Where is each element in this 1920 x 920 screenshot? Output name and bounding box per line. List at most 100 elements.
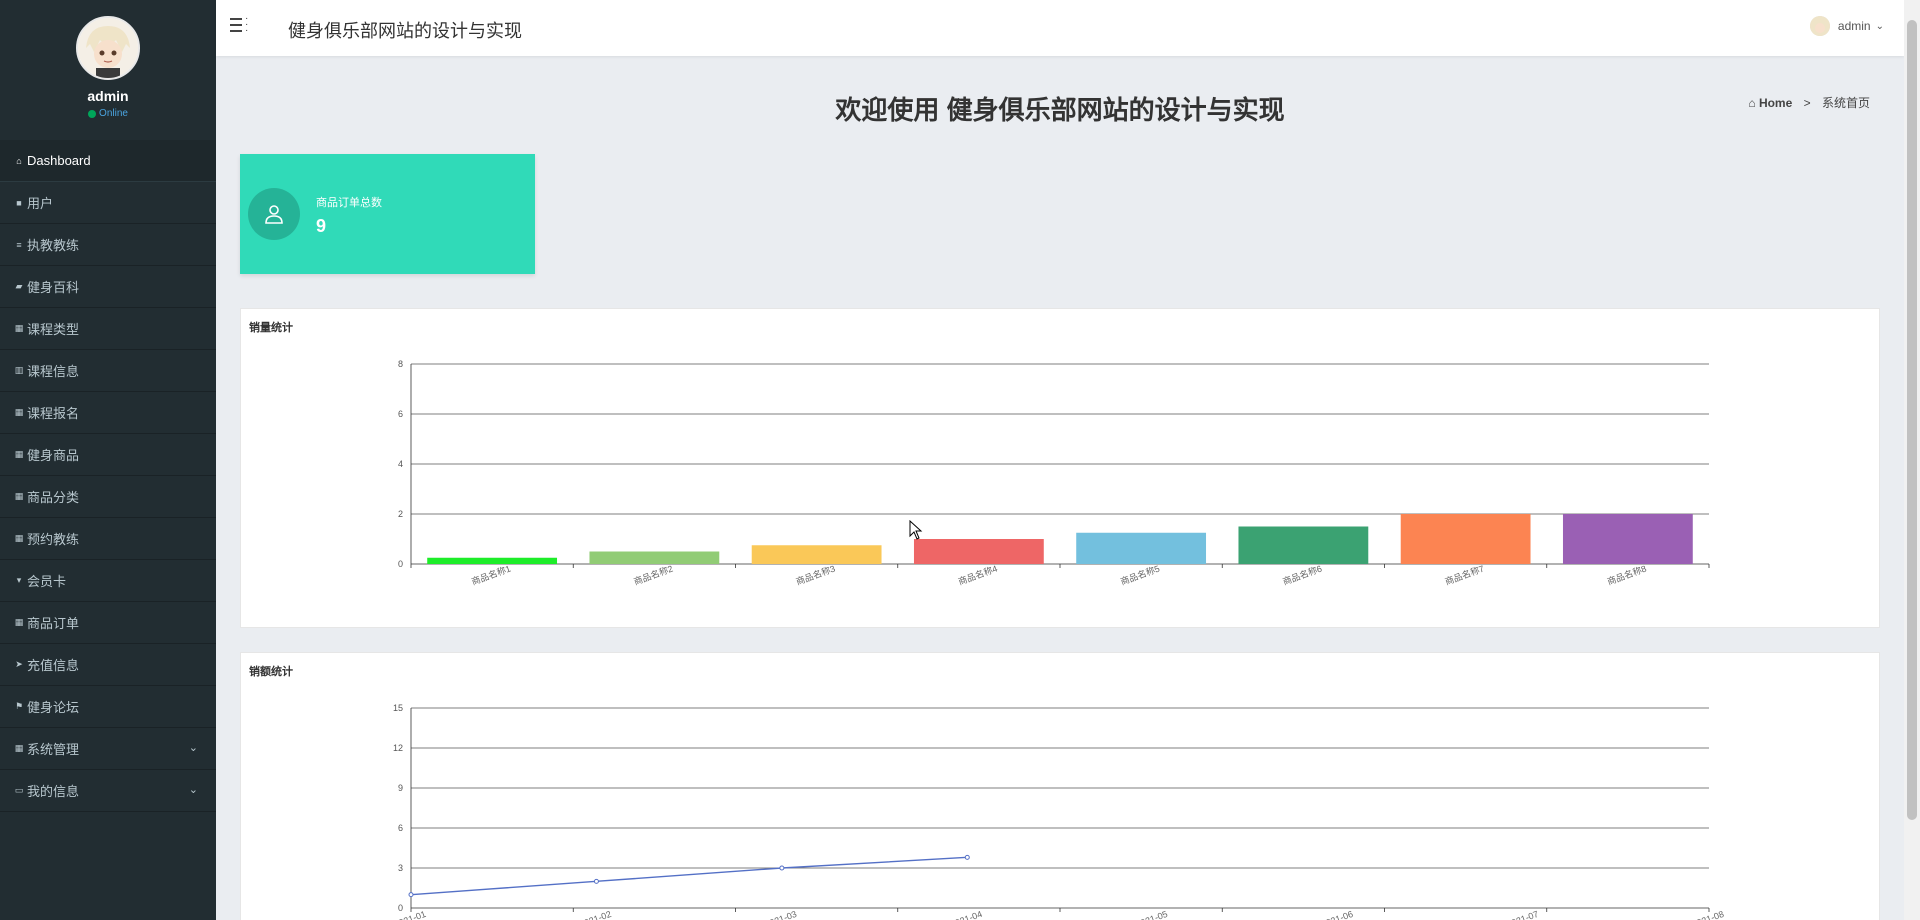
series-line	[410, 856, 968, 896]
stat-label: 商品订单总数	[316, 197, 382, 209]
breadcrumb: ⌂ Home > 系统首页	[1748, 94, 1870, 111]
profile-name: admin	[87, 88, 129, 104]
scrollbar-thumb[interactable]	[1907, 20, 1917, 820]
y-tick-label: 15	[393, 703, 403, 713]
sidebar-item-7[interactable]: ▦ 健身商品	[0, 434, 216, 476]
sidebar: admin Online ⌂ Dashboard ■ 用户 ≡ 执教教练 ▰ 健身百科 ▦ 课程类…	[0, 0, 216, 920]
avatar-image	[78, 18, 138, 78]
sidebar-item-8[interactable]: ▦ 商品分类	[0, 476, 216, 518]
user-avatar-icon	[1809, 16, 1830, 36]
sidebar-item-label: 预约教练	[27, 532, 80, 547]
breadcrumb-home[interactable]: Home	[1759, 96, 1792, 110]
sidebar-item-10[interactable]: ▾ 会员卡	[0, 560, 216, 602]
chevron-down-icon: ⌄	[188, 742, 198, 754]
sidebar-item-label: 课程类型	[27, 322, 80, 337]
sidebar-item-label: 用户	[27, 196, 54, 211]
breadcrumb-separator: >	[1803, 96, 1811, 110]
x-tick-label: 2021-06	[1320, 909, 1354, 920]
sidebar-item-label: 充值信息	[27, 658, 80, 673]
x-tick-label: 商品名称8	[1606, 563, 1648, 587]
page-scrollbar[interactable]	[1904, 0, 1920, 920]
grid-icon: ▦	[14, 491, 24, 501]
x-tick-label: 2021-02	[578, 909, 612, 920]
bar	[1076, 532, 1207, 564]
grid-icon: ▦	[14, 743, 24, 753]
x-tick-label: 商品名称6	[1281, 563, 1323, 587]
y-tick-label: 2	[398, 509, 403, 519]
home-icon: ⌂	[1748, 96, 1756, 110]
sidebar-item-9[interactable]: ▦ 预约教练	[0, 518, 216, 560]
x-tick-label: 商品名称2	[632, 563, 674, 587]
sidebar-item-label: 课程报名	[27, 406, 80, 421]
sidebar-item-2[interactable]: ≡ 执教教练	[0, 224, 216, 266]
x-tick-label: 商品名称5	[1119, 563, 1161, 587]
sidebar-item-label: 课程信息	[27, 364, 80, 379]
sidebar-item-label: 健身商品	[27, 448, 80, 463]
status-text: Online	[99, 108, 128, 119]
y-tick-label: 12	[393, 743, 403, 753]
chevron-down-icon: ⌄	[188, 784, 198, 796]
sidebar-item-6[interactable]: ▦ 课程报名	[0, 392, 216, 434]
amount-line-chart: 036912152021-01 2021-02 2021-03 2021-04 2021…	[393, 703, 1725, 920]
breadcrumb-current: 系统首页	[1821, 96, 1870, 110]
flag-icon: ⚑	[14, 701, 24, 711]
bar	[1562, 514, 1693, 564]
send-icon: ➤	[15, 659, 23, 669]
sidebar-item-label: 商品分类	[27, 490, 80, 505]
bar	[913, 539, 1044, 564]
data-point	[408, 892, 414, 898]
sidebar-item-3[interactable]: ▰ 健身百科	[0, 266, 216, 308]
user-icon	[248, 188, 300, 240]
page-title: 欢迎使用 健身俱乐部网站的设计与实现	[835, 95, 1285, 125]
x-tick-label: 2021-04	[949, 909, 983, 920]
sidebar-item-label: 健身百科	[27, 280, 80, 295]
y-tick-label: 9	[398, 783, 403, 793]
card-icon: ▭	[14, 785, 24, 795]
chart-icon: ▥	[14, 365, 24, 375]
sales-chart-title: 销量统计	[249, 322, 293, 334]
x-tick-label: 商品名称1	[470, 563, 512, 587]
status-indicator: Online	[0, 108, 216, 119]
x-tick-label: 2021-08	[1691, 909, 1725, 920]
data-point	[964, 854, 970, 860]
sidebar-item-4[interactable]: ▦ 课程类型	[0, 308, 216, 350]
sidebar-item-label: 我的信息	[27, 784, 80, 799]
x-tick-label: 2021-07	[1505, 909, 1539, 920]
bar	[1238, 526, 1369, 564]
sidebar-item-label: 系统管理	[27, 742, 80, 757]
user-menu[interactable]: admin ⌄	[1809, 16, 1884, 36]
sidebar-item-11[interactable]: ▦ 商品订单	[0, 602, 216, 644]
grid-icon: ▦	[14, 449, 24, 459]
sidebar-item-label: 商品订单	[27, 616, 80, 631]
app-title: 健身俱乐部网站的设计与实现	[288, 21, 522, 41]
sidebar-item-14[interactable]: ▦ 系统管理 ⌄	[0, 728, 216, 770]
sidebar-item-12[interactable]: ➤ 充值信息	[0, 644, 216, 686]
trophy-icon: ▾	[16, 575, 22, 585]
sidebar-item-0[interactable]: ⌂ Dashboard	[0, 140, 216, 182]
x-tick-label: 2021-03	[764, 909, 798, 920]
x-tick-label: 商品名称7	[1443, 563, 1485, 587]
sidebar-toggle-icon[interactable]: · · ·	[230, 14, 250, 36]
sidebar-item-13[interactable]: ⚑ 健身论坛	[0, 686, 216, 728]
x-tick-label: 2021-05	[1134, 909, 1168, 920]
user-menu-name: admin	[1837, 19, 1871, 33]
sales-chart-panel: 销量统计 0 2 4 6 8 商品名称1 商品名称2 商品名称3 商品名称4 商品名称5 商品名称6…	[240, 308, 1880, 628]
sidebar-item-1[interactable]: ■ 用户	[0, 182, 216, 224]
avatar[interactable]	[76, 16, 140, 80]
online-dot-icon	[88, 109, 97, 118]
sidebar-item-15[interactable]: ▭ 我的信息 ⌄	[0, 770, 216, 812]
y-tick-label: 8	[398, 359, 403, 369]
y-tick-label: 0	[398, 903, 403, 913]
y-tick-label: 3	[398, 863, 403, 873]
data-point	[593, 878, 599, 884]
amount-chart-panel: 销额统计 0 3 6 9 12 15 2021-01 2021-02 2021-03 2021-0…	[240, 652, 1880, 920]
bar	[589, 551, 720, 564]
y-tick-label: 0	[398, 559, 403, 569]
user-profile: admin Online	[0, 0, 216, 140]
main-content: 欢迎使用 健身俱乐部网站的设计与实现 ⌂ Home > 系统首页 商品订单总数 …	[216, 56, 1904, 920]
sidebar-item-5[interactable]: ▥ 课程信息	[0, 350, 216, 392]
top-header: · · · 健身俱乐部网站的设计与实现 admin ⌄	[216, 0, 1904, 56]
grid-icon: ▦	[14, 617, 24, 627]
bar	[1400, 514, 1531, 564]
home-icon: ⌂	[16, 155, 22, 166]
